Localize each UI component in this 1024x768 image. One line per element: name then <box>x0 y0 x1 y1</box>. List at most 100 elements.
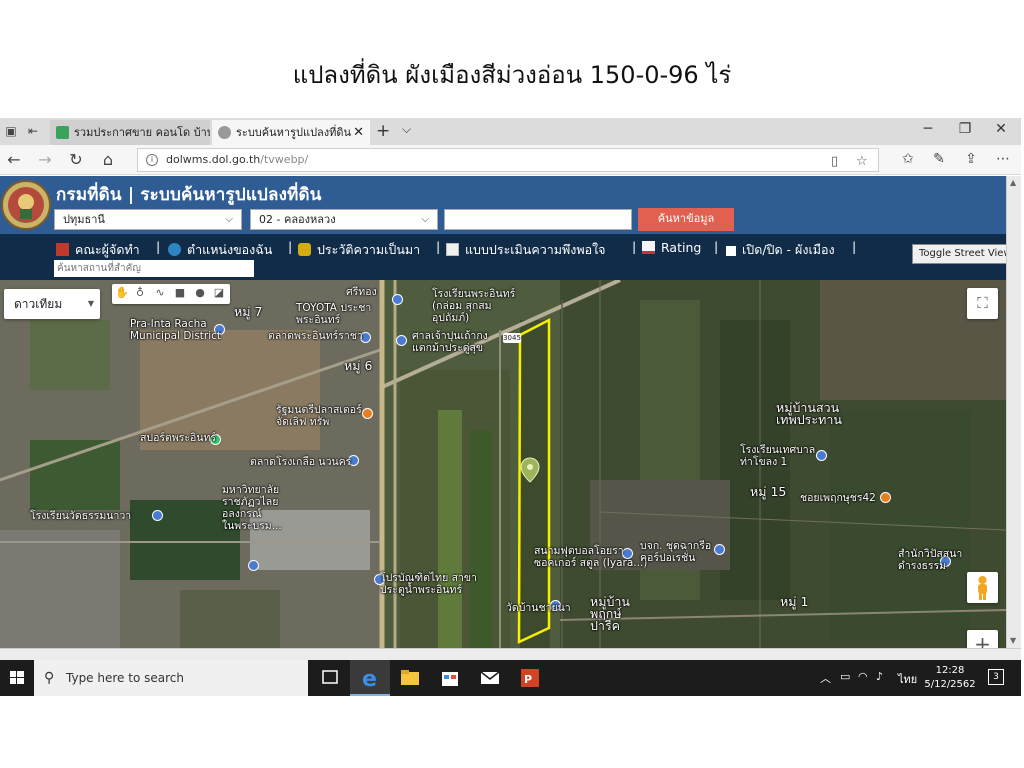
map-label: TOYOTA ประชา พระอินทร์ <box>296 302 372 326</box>
map-label: หมู่ 7 <box>234 304 263 319</box>
street-view-pegman-icon[interactable] <box>967 572 998 603</box>
poi-marker-icon[interactable] <box>396 335 407 346</box>
taskbar-search-input[interactable]: ⚲ Type here to search <box>34 660 308 696</box>
tray-chevron-up-icon[interactable]: ︿ <box>820 670 831 686</box>
minimize-icon[interactable]: ─ <box>913 121 943 137</box>
search-button[interactable]: ค้นหาข้อมูล <box>638 208 734 231</box>
file-explorer-icon <box>401 670 419 685</box>
poi-marker-icon[interactable] <box>152 510 163 521</box>
fullscreen-icon[interactable]: ⛶ <box>967 288 998 319</box>
taskbar-powerpoint-button[interactable]: P <box>510 660 550 696</box>
rectangle-tool-icon[interactable]: ◪ <box>211 286 227 299</box>
pen-icon[interactable]: ✎ <box>928 151 950 167</box>
map-label: โรงเรียนพระอินทร์ (กล่อม สุกสม อุปถัมภ์) <box>432 288 516 324</box>
menu-item-history[interactable]: ประวัติความเป็นมา <box>298 240 420 260</box>
new-tab-icon[interactable]: + <box>376 121 390 141</box>
close-tab-icon[interactable]: ✕ <box>353 120 364 145</box>
taskbar-store-button[interactable] <box>430 660 470 696</box>
menu-item-team[interactable]: คณะผู้จัดทำ <box>56 240 140 260</box>
poi-marker-icon[interactable] <box>248 560 259 571</box>
url-host: dolwms.dol.go.th <box>166 153 261 166</box>
restore-icon[interactable]: ❐ <box>950 121 980 137</box>
menu-item-toggle-zoning[interactable]: เปิด/ปิด - ผังเมือง <box>726 240 835 260</box>
parcel-number-input[interactable] <box>444 209 632 230</box>
poi-marker-icon[interactable] <box>816 450 827 461</box>
road-number-shield: 3045 <box>503 333 521 343</box>
store-bag-icon <box>442 672 458 686</box>
menu-item-label: ตำแหน่งของฉัน <box>187 242 273 257</box>
taskbar-edge-button[interactable]: e <box>350 660 390 696</box>
map-label: มหาวิทยาลัย ราชภัฏวไลย อลงกรณ์ ในพระบรม.… <box>222 484 282 532</box>
reading-view-icon[interactable]: ▯ <box>831 151 838 173</box>
clock-time: 12:28 <box>935 665 965 676</box>
tab-listings[interactable]: รวมประกาศขาย คอนโด บ้าน ที่ดิ <box>50 120 210 145</box>
battery-icon[interactable]: ▭ <box>840 670 850 683</box>
slide-title: แปลงที่ดิน ผังเมืองสีม่วงอ่อน 150-0-96 ไ… <box>292 61 732 89</box>
tab-land-parcel-search[interactable]: ระบบค้นหารูปแปลงที่ดิน ✕ <box>212 120 370 145</box>
scroll-up-icon[interactable]: ▲ <box>1010 178 1016 187</box>
province-select[interactable]: ปทุมธานี ⌵ <box>54 209 242 230</box>
poi-marker-icon[interactable] <box>362 408 373 419</box>
chevron-down-icon[interactable]: ⌵ <box>402 122 411 137</box>
menu-item-label: แบบประเมินความพึงพอใจ <box>465 242 606 257</box>
district-select[interactable]: 02 - คลองหลวง ⌵ <box>250 209 438 230</box>
zoom-in-button[interactable]: + <box>967 630 998 648</box>
forward-icon[interactable]: → <box>33 150 57 169</box>
favorite-star-icon[interactable]: ☆ <box>856 151 868 173</box>
taskbar-clock[interactable]: 12:28 5/12/2562 <box>922 664 978 692</box>
browser-window: ▣ ⇤ รวมประกาศขาย คอนโด บ้าน ที่ดิ ระบบค้… <box>0 118 1021 696</box>
windows-logo-icon <box>10 671 24 684</box>
notification-center-icon[interactable]: 3 <box>988 669 1004 685</box>
menu-separator: | <box>714 239 719 254</box>
map-label: ศาลเจ้าปุนเถ้ากง แตกม้าประดู่สุข <box>412 330 488 354</box>
edge-browser-icon: e <box>362 667 377 692</box>
place-search-input[interactable]: ค้นหาสถานที่สำคัญ <box>54 260 254 277</box>
circle-tool-icon[interactable]: ● <box>192 286 208 299</box>
poi-marker-icon[interactable] <box>880 492 891 503</box>
taskbar-explorer-button[interactable] <box>390 660 430 696</box>
favorites-icon[interactable]: ✩ <box>897 151 919 167</box>
scroll-down-icon[interactable]: ▼ <box>1010 636 1016 645</box>
back-icon[interactable]: ← <box>2 150 26 169</box>
close-window-icon[interactable]: ✕ <box>986 121 1016 137</box>
pegman-figure-icon <box>978 576 987 600</box>
hand-pan-icon[interactable]: ✋ <box>114 286 130 299</box>
taskbar-mail-button[interactable] <box>470 660 510 696</box>
url-path: /tvwebp/ <box>260 153 309 166</box>
refresh-icon[interactable]: ↻ <box>64 150 88 169</box>
address-bar[interactable]: i dolwms.dol.go.th/tvwebp/ ▯ ☆ <box>137 148 879 172</box>
polyline-tool-icon[interactable]: ∿ <box>152 286 168 299</box>
vertical-scrollbar[interactable]: ▲ ▼ <box>1006 176 1021 648</box>
task-view-button[interactable] <box>310 660 350 696</box>
tab-preview-icon[interactable]: ▣ <box>3 124 19 138</box>
satellite-map[interactable]: 3045 หมู่ 7 Pra-Inta Racha Municipal Dis… <box>0 280 1006 648</box>
menu-item-rating[interactable]: Rating <box>642 240 701 255</box>
map-label: บจก. ชุดฉากรีอ คอร์ปอเรชั่น <box>640 540 712 564</box>
menu-separator: | <box>852 239 857 254</box>
poi-marker-icon[interactable] <box>392 294 403 305</box>
home-icon[interactable]: ⌂ <box>96 150 120 169</box>
marker-tool-icon[interactable]: ♁ <box>132 286 148 299</box>
share-icon[interactable]: ⇪ <box>960 151 982 167</box>
poi-marker-icon[interactable] <box>714 544 725 555</box>
checkbox-icon[interactable] <box>726 246 736 256</box>
map-label: ชอยเพฤกษุชร42 <box>800 492 876 504</box>
toggle-street-view-button[interactable]: Toggle Street View <box>912 244 1016 264</box>
menu-item-satisfaction-form[interactable]: แบบประเมินความพึงพอใจ <box>446 240 606 260</box>
map-type-select[interactable]: ดาวเทียม ▼ <box>4 289 100 319</box>
chevron-down-icon: ⌵ <box>421 214 429 225</box>
menu-item-my-location[interactable]: ตำแหน่งของฉัน <box>168 240 272 260</box>
map-label: รัฐมนตรีปลาสเตอร์ จัดเลิฟ ทรัพ <box>276 404 362 428</box>
map-label: สนามฟุตบอลโอยรา ซอคเกอร์ สตูล (Iyara...) <box>534 545 648 569</box>
horizontal-scrollbar[interactable] <box>0 648 1021 660</box>
menu-item-label: เปิด/ปิด - ผังเมือง <box>742 242 835 257</box>
more-icon[interactable]: ⋯ <box>992 151 1014 167</box>
wifi-icon[interactable]: ◠ <box>858 670 868 683</box>
map-label: หมู่ 15 <box>750 484 787 499</box>
info-icon[interactable]: i <box>146 154 158 166</box>
volume-icon[interactable]: ♪ <box>876 670 883 683</box>
language-indicator[interactable]: ไทย <box>898 670 917 688</box>
polygon-tool-icon[interactable]: ■ <box>172 286 188 299</box>
set-aside-tabs-icon[interactable]: ⇤ <box>25 124 41 138</box>
start-button[interactable] <box>0 660 34 696</box>
